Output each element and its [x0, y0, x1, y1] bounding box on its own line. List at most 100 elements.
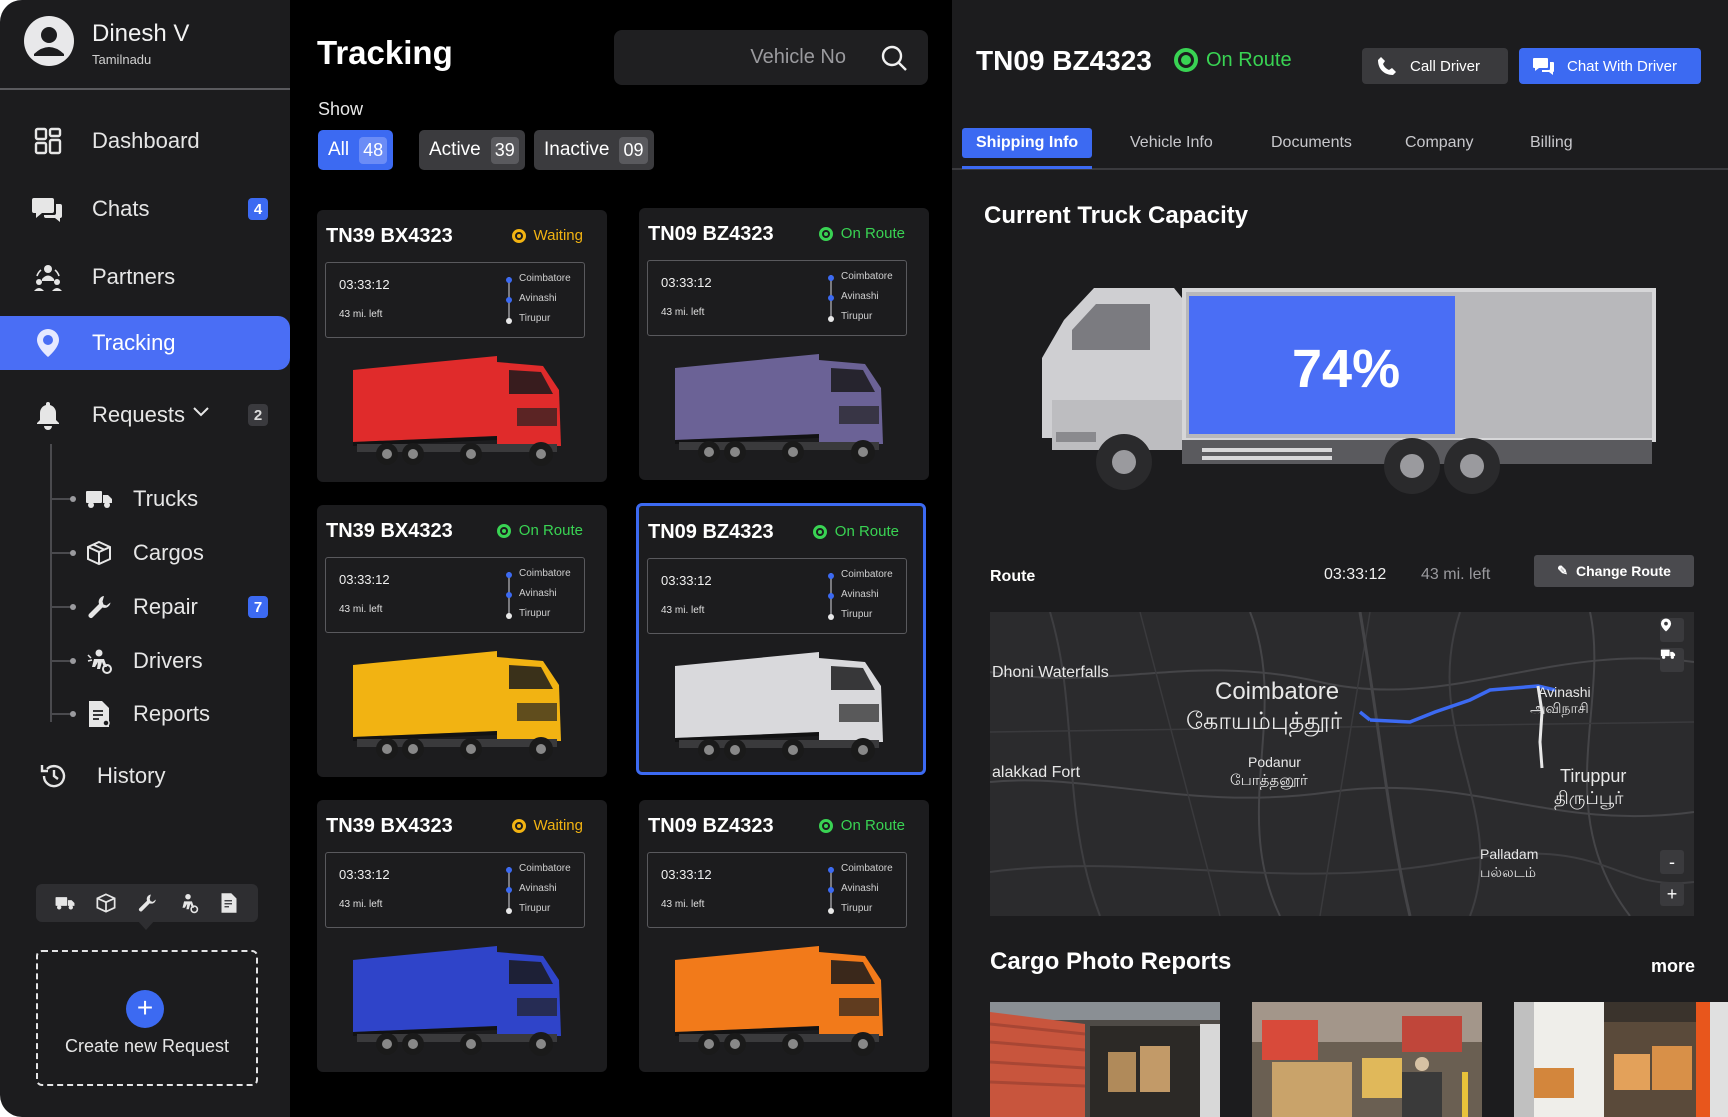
zoom-out-button[interactable]: - — [1660, 850, 1684, 874]
map-pin-icon[interactable] — [1660, 618, 1684, 642]
box-icon[interactable] — [93, 890, 119, 916]
route-stop: Tirupur — [841, 311, 873, 322]
route-distance-left: 43 mi. left — [1421, 566, 1491, 583]
map-roads — [990, 612, 1694, 916]
map-label-tiruppur-ta: திருப்பூர் — [1554, 788, 1624, 808]
create-request-label: Create new Request — [64, 1036, 230, 1056]
tab-billing[interactable]: Billing — [1530, 128, 1573, 158]
nav-history[interactable]: History — [0, 750, 290, 802]
vehicle-plate: TN09 BZ4323 — [648, 223, 774, 245]
route-point — [828, 275, 834, 281]
map-label-avinashi: Avinashi — [1538, 684, 1591, 700]
sub-item-cargos[interactable]: Cargos — [50, 531, 280, 575]
user-region: Tamilnadu — [92, 52, 152, 67]
trip-distance-left: 43 mi. left — [661, 307, 705, 318]
chevron-down-icon[interactable] — [192, 405, 210, 424]
truck-image — [675, 946, 883, 1056]
filter-all[interactable]: All 48 — [318, 130, 394, 170]
nav-label: Tracking — [92, 330, 176, 355]
search-input[interactable] — [634, 38, 864, 76]
trip-info-box: 03:33:12 43 mi. left Coimbatore Avinashi… — [647, 852, 907, 928]
status-label: On Route — [834, 523, 899, 540]
map-label-podanur-ta: போத்தனூர் — [1230, 772, 1308, 789]
tab-shipping-info[interactable]: Shipping Info — [962, 128, 1093, 158]
map-label-coimbatore: Coimbatore — [1215, 678, 1340, 705]
search-icon[interactable] — [880, 44, 908, 72]
tracking-panel: Tracking Show All 48 Active 39 Inactive … — [290, 0, 952, 1117]
vehicle-card[interactable]: TN39 BX4323 On Route 03:33:12 43 mi. lef… — [317, 505, 607, 777]
map-truck-icon[interactable] — [1660, 648, 1684, 672]
route-map[interactable]: Dhoni Waterfalls Coimbatore கோயம்புத்தூர… — [990, 612, 1694, 916]
more-link[interactable]: more — [1651, 956, 1695, 977]
nav-requests[interactable]: Requests 2 — [0, 389, 290, 441]
route-stop: Avinashi — [519, 588, 557, 599]
status-dot-icon — [818, 818, 833, 833]
sub-item-trucks[interactable]: Trucks — [50, 477, 280, 521]
route-point — [828, 593, 834, 599]
sub-item-repair[interactable]: Repair 7 — [50, 585, 280, 629]
user-profile[interactable]: Dinesh V Tamilnadu — [0, 0, 290, 90]
tab-vehicle-info[interactable]: Vehicle Info — [1130, 128, 1213, 158]
vehicle-plate: TN39 BX4323 — [326, 815, 453, 837]
sub-item-reports[interactable]: Reports — [50, 692, 280, 736]
route-time: 03:33:12 — [1324, 566, 1387, 583]
nav-chats[interactable]: Chats 4 — [0, 183, 290, 235]
route-point — [506, 572, 512, 578]
zoom-in-button[interactable]: + — [1660, 882, 1684, 906]
route-stop: Avinashi — [841, 291, 879, 302]
sub-item-label: Trucks — [133, 486, 199, 511]
truck-icon[interactable] — [52, 890, 78, 916]
create-request-button[interactable]: + Create new Request — [36, 950, 258, 1086]
nav-tracking[interactable]: Tracking — [0, 316, 290, 370]
sub-item-drivers[interactable]: Drivers — [50, 639, 280, 683]
cargo-photo[interactable] — [990, 1002, 1220, 1117]
sub-item-label: Drivers — [133, 648, 203, 673]
map-label-palladam-ta: பல்லடம் — [1480, 864, 1537, 880]
status-badge: On Route — [812, 523, 899, 540]
vehicle-card[interactable]: TN09 BZ4323 On Route 03:33:12 43 mi. lef… — [639, 800, 929, 1072]
status-badge: Waiting — [511, 817, 583, 834]
vehicle-card[interactable]: TN39 BX4323 Waiting 03:33:12 43 mi. left… — [317, 210, 607, 482]
detail-status-label: On Route — [1206, 48, 1292, 71]
chat-driver-button[interactable]: Chat With Driver — [1519, 48, 1701, 84]
chat-driver-label: Chat With Driver — [1567, 57, 1678, 75]
driver-icon[interactable] — [175, 890, 201, 916]
wrench-icon[interactable] — [134, 890, 160, 916]
cargo-photo[interactable] — [1252, 1002, 1482, 1117]
filter-active[interactable]: Active 39 — [419, 130, 525, 170]
trip-distance-left: 43 mi. left — [339, 309, 383, 320]
route-stop: Coimbatore — [519, 863, 571, 874]
nav-dashboard[interactable]: Dashboard — [0, 115, 290, 167]
tab-company[interactable]: Company — [1405, 128, 1473, 158]
call-driver-button[interactable]: Call Driver — [1362, 48, 1508, 84]
change-route-button[interactable]: ✎ Change Route — [1534, 555, 1694, 587]
vehicle-card[interactable]: TN09 BZ4323 On Route 03:33:12 43 mi. lef… — [636, 503, 926, 775]
nav-label: Dashboard — [92, 128, 200, 153]
route-point — [828, 316, 834, 322]
trip-info-box: 03:33:12 43 mi. left Coimbatore Avinashi… — [325, 852, 585, 928]
trip-info-box: 03:33:12 43 mi. left Coimbatore Avinashi… — [325, 557, 585, 633]
route-stop: Coimbatore — [841, 863, 893, 874]
status-dot-icon — [511, 228, 526, 243]
trip-distance-left: 43 mi. left — [339, 604, 383, 615]
show-label: Show — [318, 99, 364, 119]
route-stop: Coimbatore — [519, 273, 571, 284]
nav-partners[interactable]: Partners — [0, 251, 290, 303]
vehicle-card[interactable]: TN09 BZ4323 On Route 03:33:12 43 mi. lef… — [639, 208, 929, 480]
filter-inactive[interactable]: Inactive 09 — [534, 130, 654, 170]
route-point — [506, 867, 512, 873]
status-badge: Waiting — [511, 227, 583, 244]
avatar — [24, 16, 74, 66]
trip-time: 03:33:12 — [339, 277, 390, 292]
tab-documents[interactable]: Documents — [1271, 128, 1352, 158]
map-label-palladam: Palladam — [1480, 846, 1539, 862]
vehicle-detail-panel: TN09 BZ4323 On Route Call Driver Chat Wi… — [952, 0, 1728, 1117]
page-title: Tracking — [317, 34, 453, 71]
call-driver-label: Call Driver — [1410, 57, 1481, 75]
cargo-photo[interactable] — [1514, 1002, 1728, 1117]
phone-icon — [1376, 55, 1398, 77]
report-document-icon[interactable] — [216, 890, 242, 916]
toolbar-caret — [137, 920, 155, 930]
vehicle-card[interactable]: TN39 BX4323 Waiting 03:33:12 43 mi. left… — [317, 800, 607, 1072]
dashboard-icon — [32, 125, 64, 157]
